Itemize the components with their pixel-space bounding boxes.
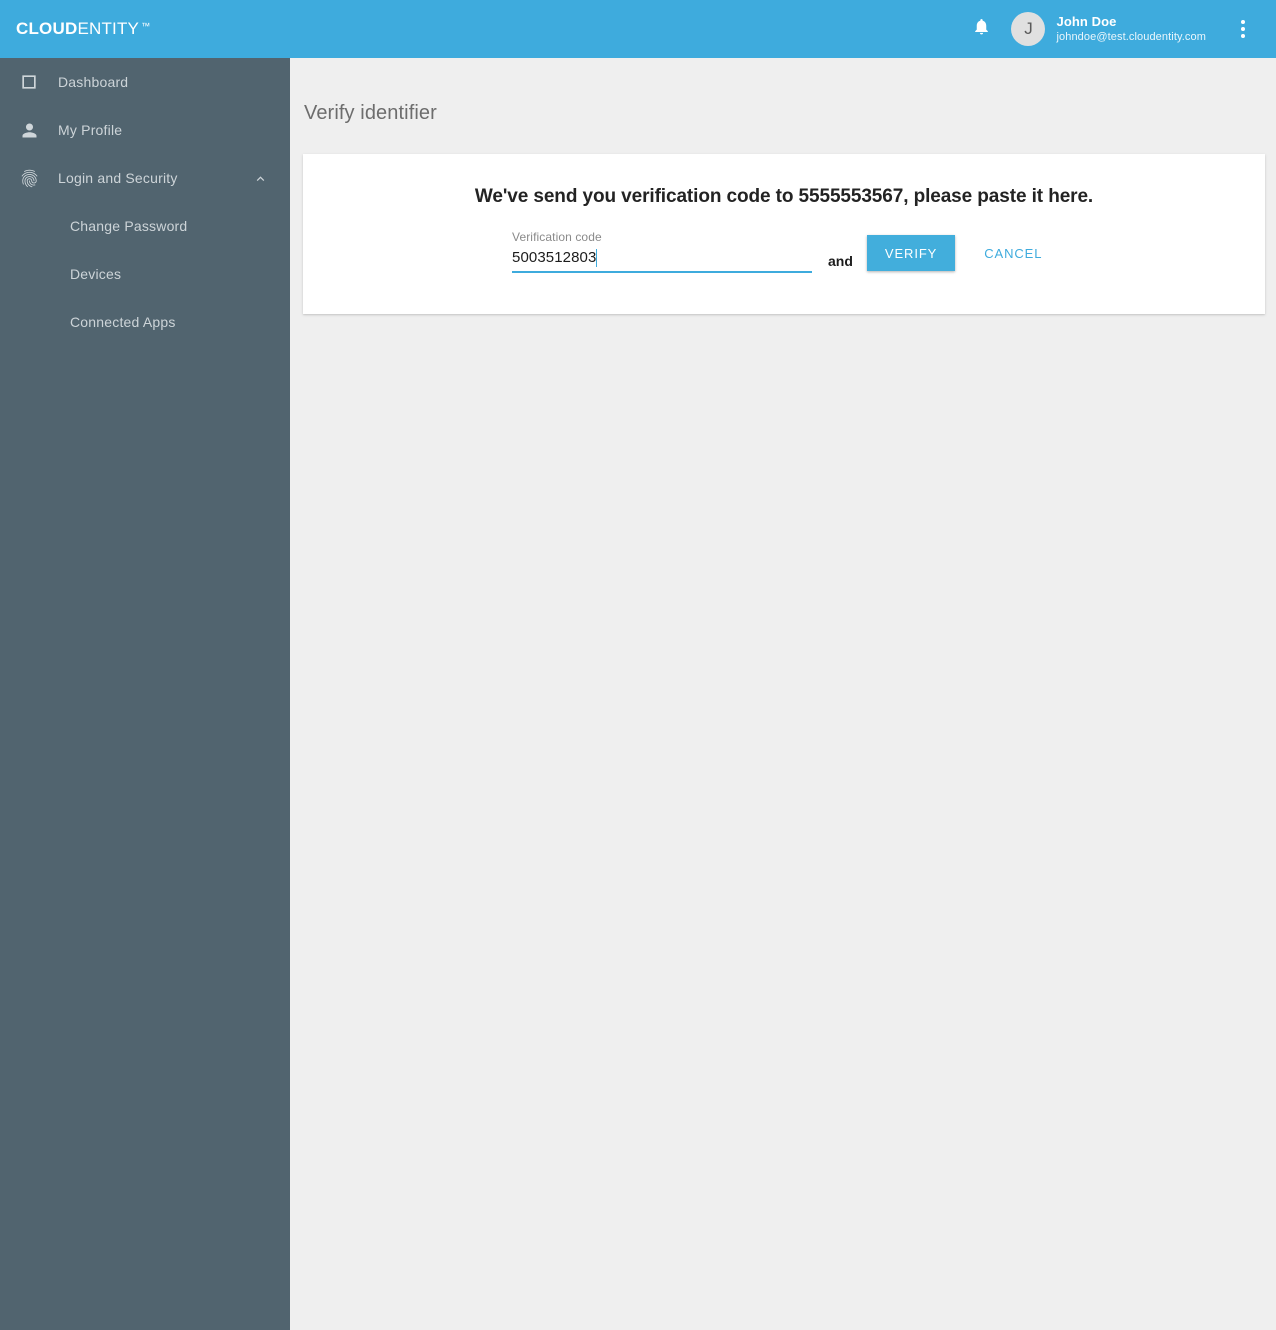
cancel-button[interactable]: CANCEL (968, 235, 1058, 271)
notifications-button[interactable] (963, 11, 999, 47)
avatar: J (1011, 12, 1046, 46)
topbar-right-group: J John Doe johndoe@test.cloudentity.com (963, 0, 1276, 58)
page-title: Verify identifier (304, 102, 437, 124)
sidebar-item-label: My Profile (58, 122, 123, 138)
kebab-dot-1 (1241, 20, 1245, 24)
verification-form-row: Verification code and VERIFY CANCEL (303, 230, 1265, 273)
verification-code-label: Verification code (512, 230, 602, 244)
verification-code-input[interactable] (512, 249, 812, 266)
sidebar-item-connected-apps[interactable]: Connected Apps (0, 298, 290, 346)
sidebar-item-devices[interactable]: Devices (0, 250, 290, 298)
brand-logo-light: ENTITY (77, 19, 140, 38)
fingerprint-icon (0, 168, 58, 189)
brand-logo[interactable]: CLOUD ENTITY ™ (16, 19, 150, 39)
kebab-dot-3 (1241, 34, 1245, 38)
top-app-bar: CLOUD ENTITY ™ J John Doe johndoe@test.clo… (0, 0, 1276, 58)
sidebar-item-dashboard[interactable]: Dashboard (0, 58, 290, 106)
trademark-symbol: ™ (141, 21, 151, 31)
sidebar-subitem-label: Devices (70, 266, 122, 282)
square-outline-icon (0, 72, 58, 92)
verify-button[interactable]: VERIFY (866, 235, 956, 271)
person-icon (0, 120, 58, 141)
user-identity: John Doe johndoe@test.cloudentity.com (1056, 14, 1206, 45)
main-content: Verify identifier We've send you verific… (290, 58, 1276, 1330)
text-caret (596, 249, 597, 267)
sidebar-navigation: Dashboard My Profile Login and Security … (0, 58, 290, 1330)
overflow-menu-button[interactable] (1228, 7, 1258, 51)
verify-identifier-card: We've send you verification code to 5555… (303, 154, 1265, 314)
verification-code-input-wrap[interactable] (512, 249, 812, 273)
sidebar-subitem-label: Connected Apps (70, 314, 176, 330)
brand-logo-bold: CLOUD (16, 19, 78, 38)
sidebar-item-change-password[interactable]: Change Password (0, 202, 290, 250)
bell-icon (972, 17, 991, 41)
sidebar-item-label: Dashboard (58, 74, 129, 90)
kebab-dot-2 (1241, 27, 1245, 31)
user-email: johndoe@test.cloudentity.com (1056, 30, 1206, 43)
sidebar-subitem-label: Change Password (70, 218, 188, 234)
chevron-up-icon[interactable] (252, 170, 268, 186)
card-heading: We've send you verification code to 5555… (474, 186, 1094, 207)
sidebar-item-my-profile[interactable]: My Profile (0, 106, 290, 154)
sidebar-item-login-and-security[interactable]: Login and Security (0, 154, 290, 202)
conjunction-text: and (828, 253, 853, 269)
user-name: John Doe (1056, 13, 1117, 29)
user-account-menu[interactable]: J John Doe johndoe@test.cloudentity.com (1011, 12, 1206, 46)
verification-code-field: Verification code (512, 230, 812, 273)
sidebar-item-label: Login and Security (58, 170, 178, 186)
